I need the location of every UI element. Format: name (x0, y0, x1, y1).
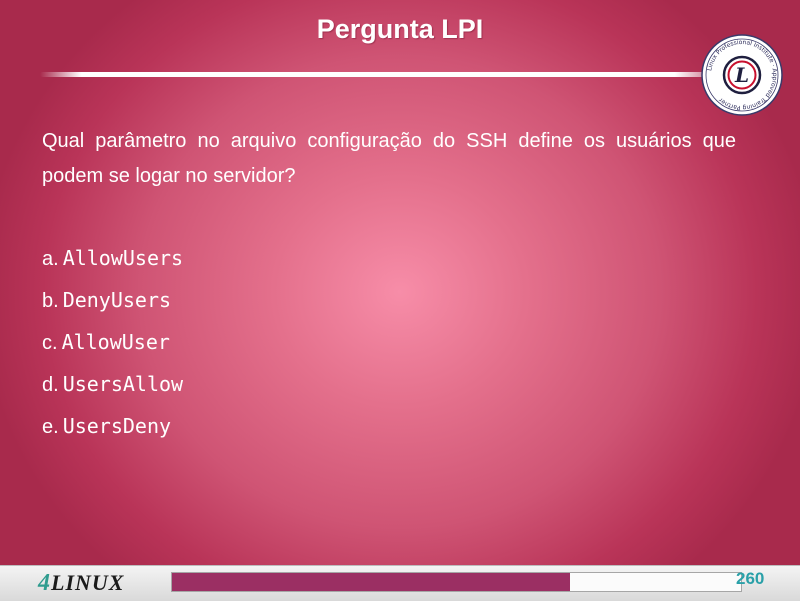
question-text: Qual parâmetro no arquivo configuração d… (42, 130, 736, 187)
option-letter: d. (42, 374, 59, 396)
option-letter: a. (42, 248, 59, 270)
lpi-badge-icon: Linux Professional Institute · Approved … (701, 34, 783, 116)
footer-bar: 4LINUX 260 (0, 565, 800, 601)
option-letter: e. (42, 416, 59, 438)
slide-progress-fill (172, 573, 571, 591)
option-c: c. AllowUser (42, 324, 183, 366)
option-e: e. UsersDeny (42, 408, 183, 450)
option-b: b. DenyUsers (42, 282, 183, 324)
svg-text:L: L (734, 63, 749, 87)
title-divider (40, 72, 730, 77)
slide-progress-bar (171, 572, 742, 592)
option-text: UsersAllow (62, 372, 184, 396)
logo-word: LINUX (51, 570, 125, 595)
slide: Pergunta LPI Linux Professional Institut… (0, 0, 800, 565)
option-text: DenyUsers (62, 288, 172, 312)
option-letter: c. (42, 332, 58, 354)
option-a: a. AllowUsers (42, 240, 183, 282)
logo-digit: 4 (38, 570, 51, 596)
slide-title: Pergunta LPI (316, 14, 484, 44)
page-number: 260 (736, 569, 765, 588)
option-text: UsersDeny (62, 414, 172, 438)
answer-options: a. AllowUsers b. DenyUsers c. AllowUser d. U… (42, 240, 183, 450)
option-d: d. UsersAllow (42, 366, 183, 408)
option-text: AllowUser (61, 330, 170, 354)
4linux-logo: 4LINUX (38, 570, 124, 597)
option-letter: b. (42, 290, 59, 312)
option-text: AllowUsers (62, 246, 184, 270)
